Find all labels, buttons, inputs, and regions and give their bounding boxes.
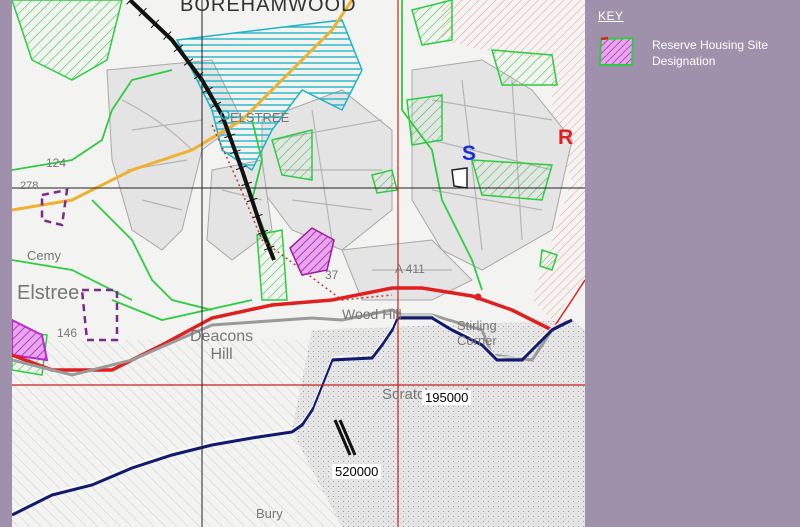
label-borehamwood: BOREHAMWOOD [180,0,357,16]
magenta-hatch-swatch-icon [598,36,635,66]
key-title: KEY [598,9,624,23]
label-spot-146: 146 [57,326,78,340]
label-elstree: Elstree [17,282,80,304]
key-panel: KEY Reserve Housing Site Designation [585,0,800,527]
site-s-outline [451,167,468,189]
map-canvas: BOREHAMWOOD ELSTREE Elstree Deacons Hill… [12,0,585,527]
map-svg [12,0,585,527]
grid-label-northing: 195000 [422,390,472,405]
marker-r: R [558,126,574,149]
label-deacons-hill: Deacons Hill [190,328,254,363]
label-cemy: Cemy [27,248,61,263]
label-spot-278: 278 [20,180,39,192]
key-item-label: Reserve Housing Site Designation [652,38,769,68]
boundary-junction [474,293,482,301]
label-elstree-station: ELSTREE [230,110,290,125]
map-figure: BOREHAMWOOD ELSTREE Elstree Deacons Hill… [0,0,800,527]
label-a411: A 411 [395,262,425,276]
label-wood-hill: Wood Hill [342,306,402,322]
label-bury: Bury [256,506,283,521]
label-spot-124: 124 [46,156,67,170]
marker-s: S [462,142,477,165]
label-spot-37: 37 [325,268,339,282]
label-stirling-corner: Stirling Corner [457,318,497,348]
grid-label-easting: 520000 [332,464,382,479]
reserve-housing-site-west [12,318,49,362]
